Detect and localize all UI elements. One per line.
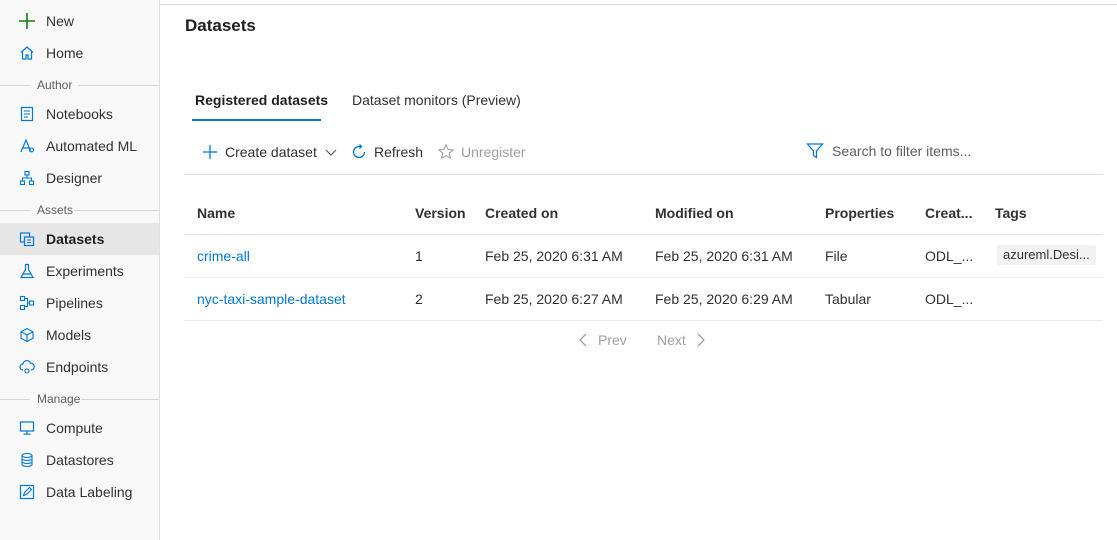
unregister-label: Unregister [461, 144, 526, 160]
header-divider [184, 234, 1103, 235]
toolbar-divider [184, 174, 1103, 175]
sidebar-item-data-labeling[interactable]: Data Labeling [0, 476, 159, 508]
filter-icon [806, 142, 824, 160]
sidebar-item-label: Compute [46, 420, 103, 436]
next-page-button[interactable]: Next [657, 332, 706, 348]
app-root: New Home Author Notebooks Automated ML D… [0, 0, 1117, 540]
row-divider [184, 320, 1103, 321]
new-label: New [46, 13, 75, 29]
column-header-name[interactable]: Name [197, 205, 235, 221]
labeling-icon [18, 483, 36, 501]
sidebar-item-compute[interactable]: Compute [0, 412, 159, 444]
monitor-icon [18, 419, 36, 437]
datasets-icon [18, 230, 36, 248]
sidebar-item-datasets[interactable]: Datasets [0, 223, 159, 255]
properties-cell: File [825, 248, 848, 264]
sidebar-item-label: Datasets [46, 231, 105, 247]
sidebar-item-label: Notebooks [46, 106, 113, 122]
flask-icon [18, 262, 36, 280]
tag-chip[interactable]: azureml.Desi... [997, 245, 1096, 265]
column-header-tags[interactable]: Tags [995, 205, 1027, 221]
sidebar-item-endpoints[interactable]: Endpoints [0, 351, 159, 383]
refresh-icon [350, 143, 368, 161]
designer-icon [18, 169, 36, 187]
automated-ml-icon [18, 137, 36, 155]
sidebar-item-home[interactable]: Home [0, 37, 159, 69]
created-by-cell: ODL_... [925, 291, 974, 307]
column-header-created-on[interactable]: Created on [485, 205, 558, 221]
top-divider [160, 4, 1117, 5]
models-icon [18, 326, 36, 344]
sidebar-item-label: Datastores [46, 452, 114, 468]
refresh-button[interactable]: Refresh [350, 141, 423, 163]
column-header-version[interactable]: Version [415, 205, 466, 221]
database-icon [18, 451, 36, 469]
plus-icon [201, 143, 219, 161]
unregister-button[interactable]: Unregister [437, 141, 526, 163]
column-header-created-by[interactable]: Creat... [925, 205, 972, 221]
modified-on-cell: Feb 25, 2020 6:31 AM [655, 248, 793, 264]
pipeline-icon [18, 294, 36, 312]
created-on-cell: Feb 25, 2020 6:27 AM [485, 291, 623, 307]
search-box[interactable] [806, 140, 1104, 162]
sidebar-item-label: Pipelines [46, 295, 103, 311]
refresh-label: Refresh [374, 144, 424, 160]
next-label: Next [657, 332, 686, 348]
section-manage: Manage [0, 392, 159, 406]
sidebar-item-datastores[interactable]: Datastores [0, 444, 159, 476]
create-dataset-label: Create dataset [225, 144, 317, 160]
sidebar-item-automated-ml[interactable]: Automated ML [0, 130, 159, 162]
sidebar-item-models[interactable]: Models [0, 319, 159, 351]
tab-dataset-monitors[interactable]: Dataset monitors (Preview) [352, 92, 521, 108]
section-label: Author [37, 78, 73, 92]
active-tab-indicator [192, 119, 321, 121]
sidebar-item-designer[interactable]: Designer [0, 162, 159, 194]
dataset-name-link[interactable]: nyc-taxi-sample-dataset [197, 291, 346, 307]
search-input[interactable] [832, 143, 1092, 159]
dataset-name-link[interactable]: crime-all [197, 248, 250, 264]
section-label: Manage [37, 392, 81, 406]
modified-on-cell: Feb 25, 2020 6:29 AM [655, 291, 793, 307]
section-label: Assets [37, 203, 74, 217]
star-icon [437, 143, 455, 161]
sidebar-item-pipelines[interactable]: Pipelines [0, 287, 159, 319]
home-icon [18, 44, 36, 62]
created-by-cell: ODL_... [925, 248, 974, 264]
sidebar-item-label: Data Labeling [46, 484, 133, 500]
sidebar-item-label: Automated ML [46, 138, 138, 154]
sidebar: New Home Author Notebooks Automated ML D… [0, 0, 160, 540]
created-on-cell: Feb 25, 2020 6:31 AM [485, 248, 623, 264]
sidebar-item-label: Models [46, 327, 92, 343]
new-button[interactable]: New [0, 5, 159, 37]
row-divider [184, 277, 1103, 278]
column-header-modified-on[interactable]: Modified on [655, 205, 734, 221]
sidebar-item-notebooks[interactable]: Notebooks [0, 98, 159, 130]
sidebar-item-label: Designer [46, 170, 103, 186]
version-cell: 1 [415, 248, 423, 264]
section-author: Author [0, 78, 159, 92]
chevron-right-icon [696, 332, 706, 348]
chevron-down-icon [325, 146, 337, 158]
notebook-icon [18, 105, 36, 123]
prev-label: Prev [598, 332, 627, 348]
plus-icon [18, 12, 36, 30]
page-title: Datasets [185, 16, 256, 35]
endpoint-icon [18, 358, 36, 376]
create-dataset-button[interactable]: Create dataset [201, 141, 337, 163]
sidebar-item-label: Home [46, 45, 84, 61]
column-header-properties[interactable]: Properties [825, 205, 894, 221]
chevron-left-icon [578, 332, 588, 348]
tab-registered-datasets[interactable]: Registered datasets [195, 92, 328, 108]
prev-page-button[interactable]: Prev [578, 332, 627, 348]
version-cell: 2 [415, 291, 423, 307]
sidebar-item-experiments[interactable]: Experiments [0, 255, 159, 287]
sidebar-item-label: Endpoints [46, 359, 109, 375]
sidebar-item-label: Experiments [46, 263, 124, 279]
properties-cell: Tabular [825, 291, 871, 307]
section-assets: Assets [0, 203, 159, 217]
